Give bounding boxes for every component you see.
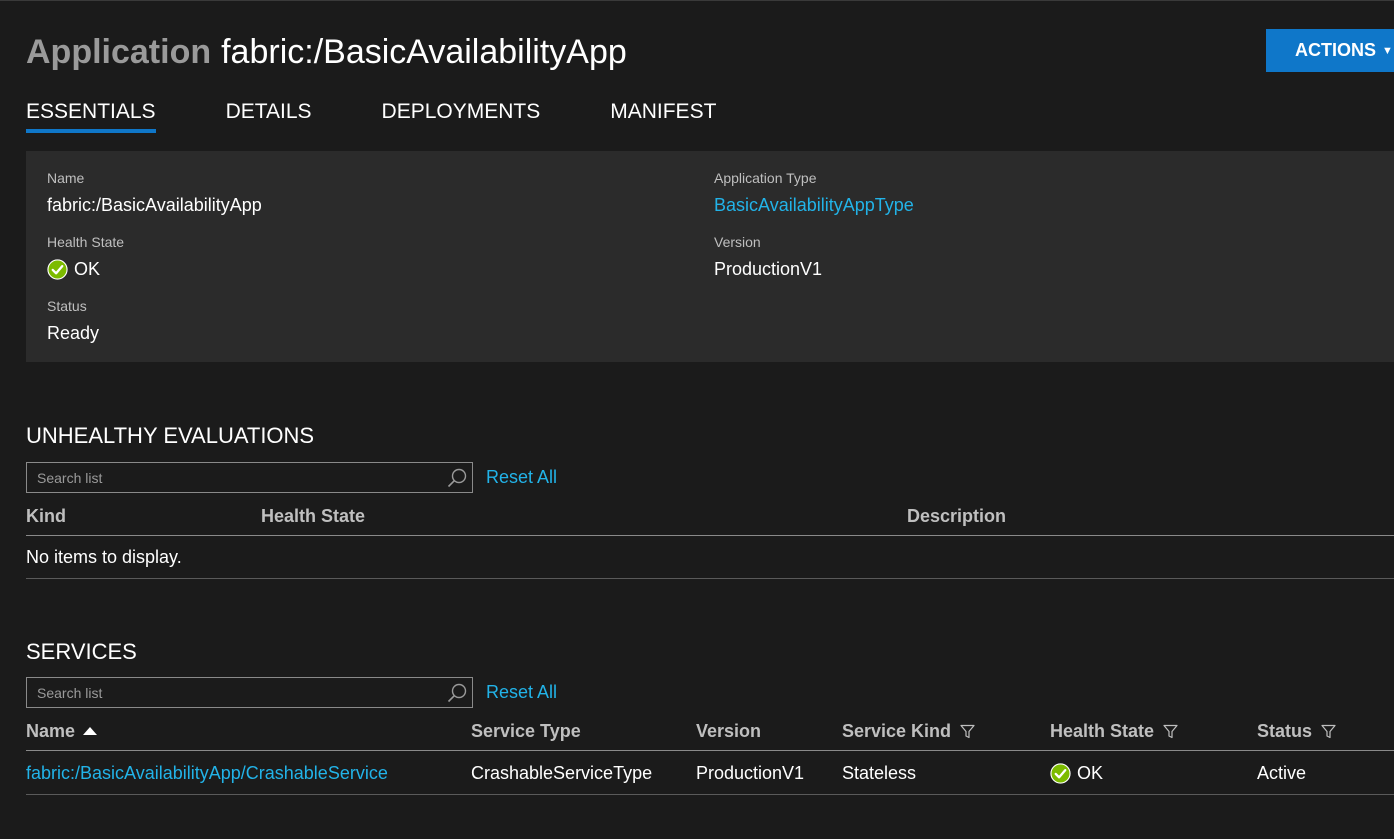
service-name-link[interactable]: fabric:/BasicAvailabilityApp/CrashableSe… xyxy=(26,752,388,794)
status-value: Ready xyxy=(47,323,100,343)
essentials-panel: Name fabric:/BasicAvailabilityApp Health… xyxy=(26,151,1394,362)
unhealthy-search-box xyxy=(26,462,473,493)
column-name[interactable]: Name xyxy=(26,712,98,750)
column-version[interactable]: Version xyxy=(696,712,761,750)
page-title-kind: Application xyxy=(26,33,212,71)
application-type-label: Application Type xyxy=(714,170,817,186)
column-health-state[interactable]: Health State xyxy=(261,497,365,535)
unhealthy-reset-all-link[interactable]: Reset All xyxy=(486,465,557,489)
health-state-label: Health State xyxy=(47,234,125,250)
health-state-text: OK xyxy=(74,259,101,279)
actions-button[interactable]: ACTIONS ▼ xyxy=(1266,29,1394,72)
filter-icon[interactable] xyxy=(1163,724,1178,739)
column-status-label: Status xyxy=(1257,721,1313,741)
column-status[interactable]: Status xyxy=(1257,712,1336,750)
filter-icon[interactable] xyxy=(1321,724,1336,739)
ok-check-icon xyxy=(1050,762,1071,784)
services-reset-all-link[interactable]: Reset All xyxy=(486,680,557,704)
sort-ascending-icon xyxy=(83,727,98,735)
empty-row: No items to display. xyxy=(26,536,1394,579)
actions-button-label: ACTIONS xyxy=(1295,40,1376,60)
column-service-kind-label: Service Kind xyxy=(842,721,952,741)
services-search-box xyxy=(26,677,473,708)
name-label: Name xyxy=(47,170,85,186)
top-divider xyxy=(0,0,1394,1)
version-label: Version xyxy=(714,234,761,250)
column-description[interactable]: Description xyxy=(907,497,1006,535)
services-title: SERVICES xyxy=(26,639,137,664)
name-field: Name fabric:/BasicAvailabilityApp xyxy=(47,169,262,217)
service-kind-cell: Stateless xyxy=(842,763,917,783)
ok-check-icon xyxy=(47,258,68,280)
health-state-field: Health State OK xyxy=(47,233,124,281)
tab-bar: ESSENTIALS DETAILS DEPLOYMENTS MANIFEST xyxy=(26,98,786,133)
services-table-header: Name Service Type Version Service Kind H… xyxy=(26,712,1394,751)
column-name-label: Name xyxy=(26,721,76,741)
service-version-cell: ProductionV1 xyxy=(696,763,805,783)
empty-message: No items to display. xyxy=(26,547,182,567)
unhealthy-search-input[interactable] xyxy=(27,462,446,493)
column-kind[interactable]: Kind xyxy=(26,497,66,535)
service-health-cell: OK xyxy=(1050,752,1103,794)
unhealthy-evaluations-title: UNHEALTHY EVALUATIONS xyxy=(26,423,315,448)
column-health-state-label: Health State xyxy=(1050,721,1155,741)
column-health-state[interactable]: Health State xyxy=(1050,712,1178,750)
tab-deployments[interactable]: DEPLOYMENTS xyxy=(382,98,541,131)
service-status-cell: Active xyxy=(1257,763,1307,783)
name-value: fabric:/BasicAvailabilityApp xyxy=(47,195,262,215)
chevron-down-icon: ▼ xyxy=(1382,44,1393,57)
services-search-input[interactable] xyxy=(27,677,446,708)
search-icon[interactable] xyxy=(446,682,468,704)
tab-manifest[interactable]: MANIFEST xyxy=(610,98,716,131)
search-icon[interactable] xyxy=(446,467,468,489)
tab-details[interactable]: DETAILS xyxy=(226,98,312,131)
filter-icon[interactable] xyxy=(960,724,975,739)
tab-essentials[interactable]: ESSENTIALS xyxy=(26,98,156,133)
page-title: Application fabric:/BasicAvailabilityApp xyxy=(26,30,627,74)
application-type-link[interactable]: BasicAvailabilityAppType xyxy=(714,193,914,217)
column-service-kind[interactable]: Service Kind xyxy=(842,712,975,750)
status-label: Status xyxy=(47,298,87,314)
status-field: Status Ready xyxy=(47,297,99,345)
table-row: fabric:/BasicAvailabilityApp/CrashableSe… xyxy=(26,752,1394,795)
version-field: Version ProductionV1 xyxy=(714,233,822,281)
application-type-field: Application Type BasicAvailabilityAppTyp… xyxy=(714,169,914,217)
service-type-cell: CrashableServiceType xyxy=(471,763,653,783)
service-health-text: OK xyxy=(1077,763,1104,783)
unhealthy-table-header: Kind Health State Description xyxy=(26,497,1394,536)
column-service-type[interactable]: Service Type xyxy=(471,712,581,750)
page-title-name: fabric:/BasicAvailabilityApp xyxy=(221,33,627,71)
version-value: ProductionV1 xyxy=(714,259,823,279)
health-state-value: OK xyxy=(47,257,124,281)
